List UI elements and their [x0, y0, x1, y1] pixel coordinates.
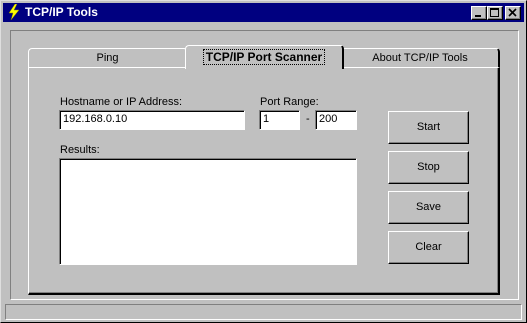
lightning-bolt-icon [6, 3, 22, 21]
close-icon [508, 8, 517, 17]
maximize-icon [490, 8, 499, 17]
tab-about[interactable]: About TCP/IP Tools [341, 48, 500, 69]
save-button[interactable]: Save [388, 191, 469, 224]
tab-port-scanner[interactable]: TCP/IP Port Scanner [185, 45, 344, 69]
port-range-separator: - [306, 113, 310, 125]
start-button[interactable]: Start [388, 111, 469, 144]
maximize-button[interactable] [487, 6, 503, 20]
hostname-input[interactable]: 192.168.0.10 [59, 110, 245, 130]
results-label: Results: [60, 144, 100, 156]
tab-ping[interactable]: Ping [28, 48, 188, 69]
hostname-label: Hostname or IP Address: [60, 96, 183, 108]
minimize-icon [475, 15, 481, 17]
title-bar[interactable]: TCP/IP Tools [3, 3, 524, 22]
clear-button[interactable]: Clear [388, 231, 469, 264]
minimize-button[interactable] [471, 6, 487, 20]
app-window: TCP/IP Tools Ping About TCP/IP Tools TCP… [0, 0, 527, 323]
tab-port-scanner-label: TCP/IP Port Scanner [202, 49, 326, 65]
window-title: TCP/IP Tools [25, 5, 98, 19]
status-bar [5, 304, 522, 320]
stop-button[interactable]: Stop [388, 151, 469, 184]
close-button[interactable] [505, 6, 521, 20]
port-to-input[interactable]: 200 [315, 110, 357, 130]
results-textarea[interactable] [59, 158, 357, 265]
port-from-input[interactable]: 1 [259, 110, 300, 130]
port-range-label: Port Range: [260, 96, 319, 108]
